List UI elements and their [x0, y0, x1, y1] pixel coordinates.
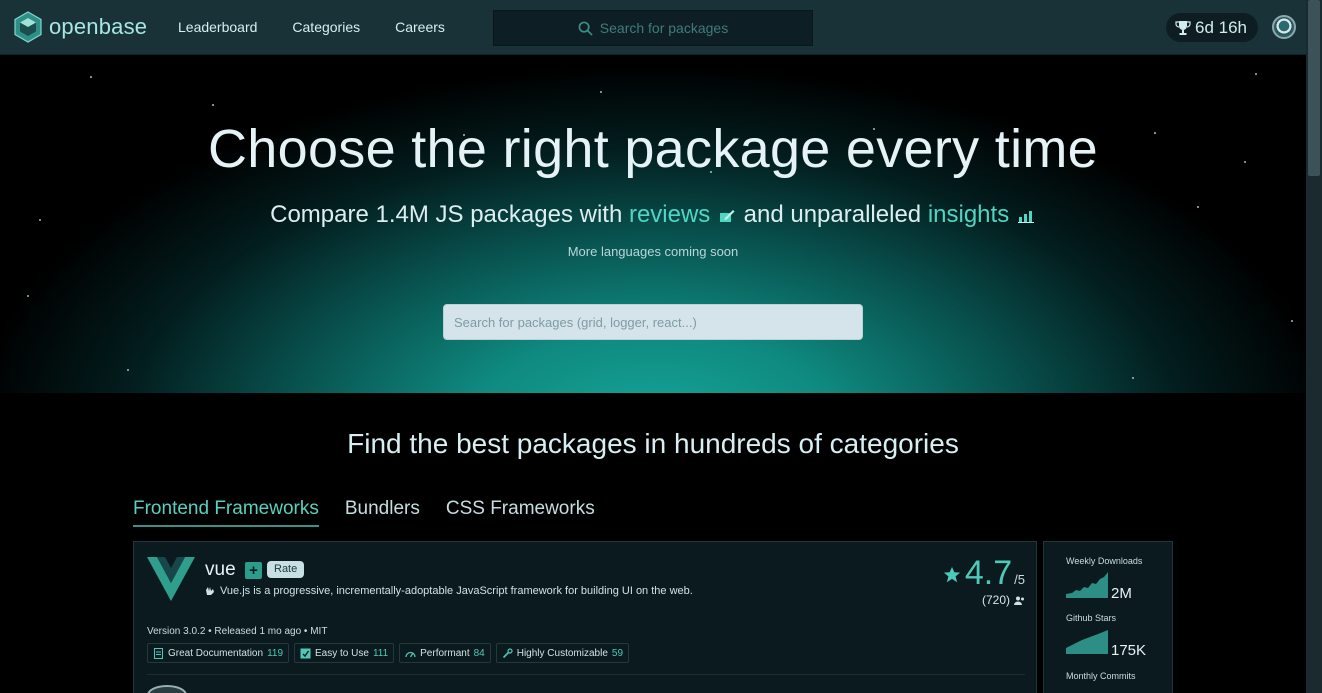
logo[interactable]: openbase	[13, 11, 147, 43]
package-rating: 4.7 /5 (720)	[943, 554, 1025, 607]
easy-icon	[300, 648, 311, 658]
nav-careers[interactable]: Careers	[395, 19, 445, 35]
avatar[interactable]	[1272, 15, 1296, 39]
rating-count-text: (720)	[981, 593, 1010, 607]
wrench-icon	[502, 647, 513, 658]
contest-timer[interactable]: 6d 16h	[1166, 13, 1258, 42]
header-search-placeholder: Search for packages	[599, 20, 729, 36]
hero-subtitle-prefix: Compare 1.4M JS packages with	[270, 201, 629, 228]
vue-logo-icon	[147, 557, 195, 601]
rating-count[interactable]: (720)	[943, 593, 1025, 607]
badge-count: 111	[372, 647, 389, 659]
rating-value: 4.7	[964, 554, 1013, 592]
top-navbar: openbase Leaderboard Categories Careers …	[0, 0, 1306, 55]
speedometer-icon	[405, 651, 416, 657]
badge-count: 84	[473, 647, 485, 659]
trophy-icon	[1175, 20, 1191, 35]
version-info: Version 3.0.2 • Released 1 mo ago • MIT	[147, 626, 328, 637]
badge-performant[interactable]: Performant 84	[399, 643, 491, 663]
category-tabs: Frontend Frameworks Bundlers CSS Framewo…	[133, 498, 595, 527]
nav-leaderboard[interactable]: Leaderboard	[178, 19, 257, 35]
badge-easy-to-use[interactable]: Easy to Use 111	[294, 643, 395, 663]
page-scrollbar[interactable]	[1306, 0, 1322, 693]
wave-hand-icon	[206, 587, 214, 595]
tab-frontend-frameworks[interactable]: Frontend Frameworks	[133, 498, 319, 527]
timer-text: 6d 16h	[1195, 17, 1247, 37]
badge-label: Performant	[420, 647, 470, 659]
search-icon	[578, 21, 593, 36]
rating-max: /5	[1014, 572, 1025, 587]
badge-label: Easy to Use	[315, 647, 369, 659]
reviews-link[interactable]: reviews	[629, 201, 710, 228]
star-icon	[943, 566, 960, 583]
add-package-button[interactable]: +	[245, 562, 262, 579]
package-card[interactable]: vue + Rate Vue.js is a progressive, incr…	[133, 541, 1037, 693]
languages-note: More languages coming soon	[567, 244, 739, 259]
badge-great-documentation[interactable]: Great Documentation 119	[147, 643, 290, 663]
scrollbar-thumb[interactable]	[1308, 0, 1320, 176]
weekly-downloads-label: Weekly Downloads	[1066, 556, 1143, 566]
badge-count: 119	[267, 647, 284, 659]
github-stars-value: 175K	[1111, 642, 1147, 659]
next-package-logo[interactable]	[147, 685, 187, 693]
header-search[interactable]: Search for packages	[493, 10, 813, 46]
hero-subtitle-middle: and unparalleled	[736, 201, 928, 228]
package-stats: Weekly Downloads 2M Github Stars 175K Mo…	[1043, 541, 1173, 693]
insights-chart-icon	[1017, 211, 1034, 223]
logo-text: openbase	[49, 14, 148, 39]
document-icon	[154, 647, 163, 659]
rate-button[interactable]: Rate	[267, 561, 305, 578]
insights-link[interactable]: insights	[928, 201, 1009, 228]
package-description: Vue.js is a progressive, incrementally-a…	[205, 585, 693, 597]
package-name[interactable]: vue	[205, 559, 236, 581]
hero-search-input[interactable]	[443, 304, 863, 340]
openbase-logo-icon	[14, 11, 42, 43]
tab-css-frameworks[interactable]: CSS Frameworks	[446, 498, 595, 527]
package-description-text: Vue.js is a progressive, incrementally-a…	[220, 585, 693, 597]
main-nav: Leaderboard Categories Careers	[178, 19, 445, 35]
package-badges: Great Documentation 119 Easy to Use 111 …	[147, 643, 630, 663]
badge-label: Highly Customizable	[516, 647, 608, 659]
badge-label: Great Documentation	[168, 647, 264, 659]
card-divider	[147, 674, 1025, 675]
hero-title: Choose the right package every time	[208, 119, 1098, 179]
review-icon	[719, 210, 735, 222]
nav-categories[interactable]: Categories	[292, 19, 360, 35]
users-icon	[1014, 596, 1024, 605]
weekly-downloads-value: 2M	[1111, 585, 1132, 602]
categories-title: Find the best packages in hundreds of ca…	[347, 428, 959, 459]
badge-highly-customizable[interactable]: Highly Customizable 59	[495, 643, 630, 663]
downloads-sparkline	[1066, 572, 1108, 598]
hero-subtitle: Compare 1.4M JS packages with reviews an…	[0, 201, 1306, 229]
github-stars-label: Github Stars	[1066, 613, 1117, 623]
stars-sparkline	[1066, 630, 1108, 654]
hero-section: Choose the right package every time Comp…	[0, 56, 1306, 393]
tab-bundlers[interactable]: Bundlers	[345, 498, 420, 527]
badge-count: 59	[611, 647, 624, 659]
monthly-commits-label: Monthly Commits	[1066, 671, 1136, 681]
